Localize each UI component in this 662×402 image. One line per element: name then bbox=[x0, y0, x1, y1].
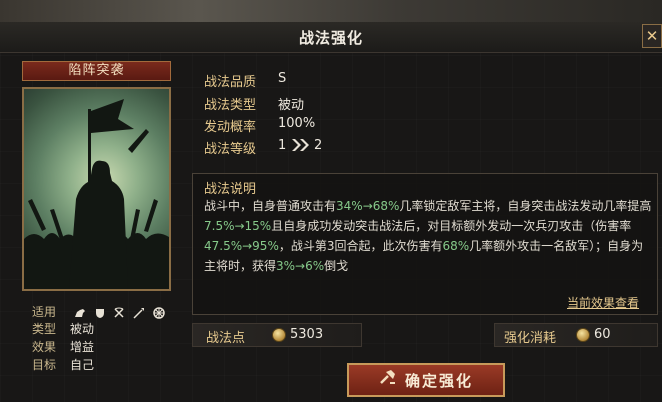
desc-text: 倒戈 bbox=[324, 259, 349, 273]
quality-label: 战法品质 bbox=[204, 75, 257, 90]
attr-applies-key: 适用 bbox=[32, 305, 57, 319]
attr-effect-value: 增益 bbox=[70, 340, 95, 354]
type-label: 战法类型 bbox=[204, 98, 257, 113]
desc-highlight: 68% bbox=[442, 239, 470, 253]
background-top bbox=[0, 0, 662, 22]
points-label: 战法点 bbox=[206, 331, 246, 346]
level-label: 战法等级 bbox=[204, 142, 257, 157]
attr-type: 类型 被动 bbox=[32, 320, 94, 337]
spear-icon bbox=[133, 307, 145, 319]
desc-text: 几率锁定敌军主将，自身突击战法发动几率提高 bbox=[399, 199, 652, 213]
dialog-title: 战法强化 bbox=[298, 29, 363, 47]
confirm-upgrade-button[interactable]: 确定强化 bbox=[347, 363, 505, 397]
description-title: 战法说明 bbox=[204, 182, 257, 197]
cost-value: 60 bbox=[594, 327, 611, 342]
attr-effect: 效果 增益 bbox=[32, 338, 94, 355]
attr-type-value: 被动 bbox=[70, 322, 95, 336]
cost-label: 强化消耗 bbox=[504, 331, 557, 346]
tactic-point-coin-icon bbox=[272, 328, 286, 342]
tactic-point-coin-icon bbox=[576, 328, 590, 342]
current-effect-link[interactable]: 当前效果查看 bbox=[567, 294, 639, 311]
desc-highlight: 34%→68% bbox=[336, 199, 400, 213]
level-to: 2 bbox=[314, 138, 323, 153]
close-icon: ✕ bbox=[645, 27, 659, 45]
level-from: 1 bbox=[278, 138, 287, 153]
attr-target-key: 目标 bbox=[32, 358, 57, 372]
double-chevron-right-icon bbox=[290, 137, 312, 157]
desc-highlight: 7.5%→15% bbox=[204, 219, 272, 233]
desc-highlight: 3%→6% bbox=[276, 259, 325, 273]
siege-icon bbox=[153, 306, 165, 319]
attr-type-key: 类型 bbox=[32, 322, 57, 336]
shield-icon bbox=[94, 307, 106, 319]
tactic-name-banner: 陷阵突袭 bbox=[22, 61, 171, 81]
desc-text: 战斗中，自身普通攻击有 bbox=[204, 199, 337, 213]
attr-effect-key: 效果 bbox=[32, 340, 57, 354]
rate-value: 100% bbox=[278, 116, 316, 131]
tactic-artwork bbox=[22, 87, 171, 291]
warrior-illustration bbox=[24, 99, 169, 289]
confirm-label: 确定强化 bbox=[404, 371, 473, 390]
hammer-icon bbox=[379, 369, 397, 391]
description-text: 战斗中，自身普通攻击有34%→68%几率锁定敌军主将，自身突击战法发动几率提高 7… bbox=[204, 196, 653, 276]
type-value: 被动 bbox=[278, 98, 305, 113]
bow-icon bbox=[113, 307, 125, 319]
desc-text: 且自身成功发动突击战法后，对目标额外发动一次兵刃攻击（伤害率 bbox=[271, 219, 632, 233]
cavalry-icon bbox=[74, 307, 86, 319]
close-button[interactable]: ✕ bbox=[642, 24, 662, 48]
desc-highlight: 47.5%→95% bbox=[204, 239, 279, 253]
attr-target: 目标 自己 bbox=[32, 356, 94, 373]
attr-target-value: 自己 bbox=[70, 358, 95, 372]
rate-label: 发动概率 bbox=[204, 120, 257, 135]
attr-applies: 适用 bbox=[32, 303, 169, 320]
desc-text: ，战斗第3回合起，此次伤害有 bbox=[278, 239, 443, 253]
quality-value: S bbox=[278, 71, 287, 86]
points-value: 5303 bbox=[290, 327, 324, 342]
